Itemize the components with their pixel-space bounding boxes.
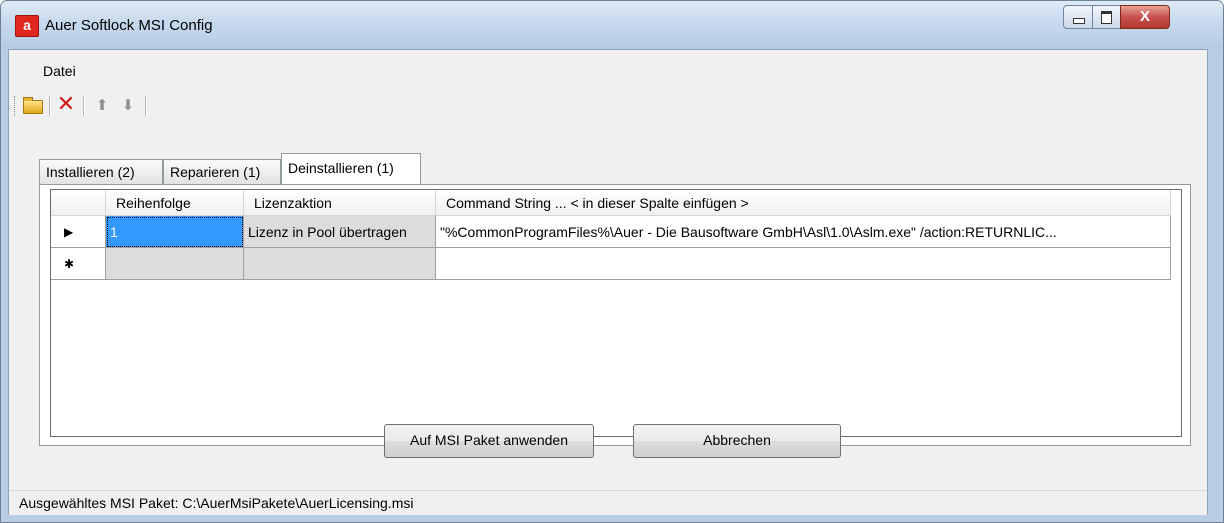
title-bar[interactable]: a Auer Softlock MSI Config X [1, 1, 1223, 49]
maximize-icon [1101, 11, 1112, 24]
tab-panel: Reihenfolge Lizenzaktion Command String … [39, 184, 1191, 446]
maximize-button[interactable] [1092, 5, 1121, 29]
open-button[interactable] [19, 92, 45, 118]
toolbar-grip[interactable] [14, 96, 17, 116]
column-header-reihenfolge[interactable]: Reihenfolge [105, 190, 244, 216]
column-header-command-string[interactable]: Command String ... < in dieser Spalte ei… [435, 190, 1171, 216]
table-row[interactable]: ▶ 1 Lizenz in Pool übertragen "%CommonPr… [51, 215, 1171, 248]
cell-lizenzaktion[interactable]: Lizenz in Pool übertragen [243, 215, 436, 248]
toolbar: ✕ ⬆ ⬇ [9, 86, 1207, 122]
new-row-marker-icon: ✱ [64, 256, 75, 271]
row-header-corner [51, 190, 106, 216]
app-window: a Auer Softlock MSI Config X Datei ✕ ⬆ ⬇ [0, 0, 1224, 523]
minimize-button[interactable] [1063, 5, 1093, 29]
table-row-new[interactable]: ✱ [51, 247, 1171, 280]
current-row-marker-icon: ▶ [64, 224, 74, 239]
cell-command-string[interactable]: "%CommonProgramFiles%\Auer - Die Bausoft… [435, 215, 1171, 248]
minimize-icon [1073, 18, 1085, 24]
data-grid[interactable]: Reihenfolge Lizenzaktion Command String … [50, 189, 1182, 437]
app-icon: a [15, 15, 39, 37]
window-title: Auer Softlock MSI Config [45, 17, 213, 34]
apply-button[interactable]: Auf MSI Paket anwenden [384, 424, 594, 458]
cancel-button[interactable]: Abbrechen [633, 424, 841, 458]
cell-reihenfolge[interactable]: 1 [105, 215, 244, 248]
column-header-lizenzaktion[interactable]: Lizenzaktion [243, 190, 436, 216]
grid-table: Reihenfolge Lizenzaktion Command String … [51, 190, 1171, 280]
tab-installieren[interactable]: Installieren (2) [39, 159, 163, 184]
open-folder-icon [23, 97, 43, 114]
tab-deinstallieren[interactable]: Deinstallieren (1) [281, 153, 421, 184]
toolbar-separator [145, 96, 147, 116]
delete-button[interactable]: ✕ [53, 92, 79, 118]
move-up-icon: ⬆ [95, 96, 109, 114]
move-up-button[interactable]: ⬆ [89, 92, 115, 118]
cell-lizenzaktion[interactable] [243, 247, 436, 280]
close-button[interactable]: X [1120, 5, 1170, 29]
row-header[interactable]: ▶ [51, 215, 106, 248]
close-icon: X [1139, 8, 1150, 25]
row-header[interactable]: ✱ [51, 247, 106, 280]
toolbar-separator [83, 96, 85, 116]
move-down-icon: ⬇ [121, 96, 135, 114]
client-area: Datei ✕ ⬆ ⬇ Installieren (2) Reparieren … [8, 49, 1208, 515]
status-text: Ausgewähltes MSI Paket: C:\AuerMsiPakete… [19, 495, 414, 511]
move-down-button[interactable]: ⬇ [115, 92, 141, 118]
status-bar: Ausgewähltes MSI Paket: C:\AuerMsiPakete… [9, 490, 1207, 515]
cell-reihenfolge[interactable] [105, 247, 244, 280]
menu-datei[interactable]: Datei [43, 63, 76, 79]
menu-bar: Datei [9, 50, 1207, 86]
delete-icon: ✕ [56, 92, 76, 117]
cell-command-string[interactable] [435, 247, 1171, 280]
tab-reparieren[interactable]: Reparieren (1) [163, 159, 281, 184]
toolbar-separator [49, 96, 51, 116]
grid-header-row: Reihenfolge Lizenzaktion Command String … [51, 190, 1171, 216]
